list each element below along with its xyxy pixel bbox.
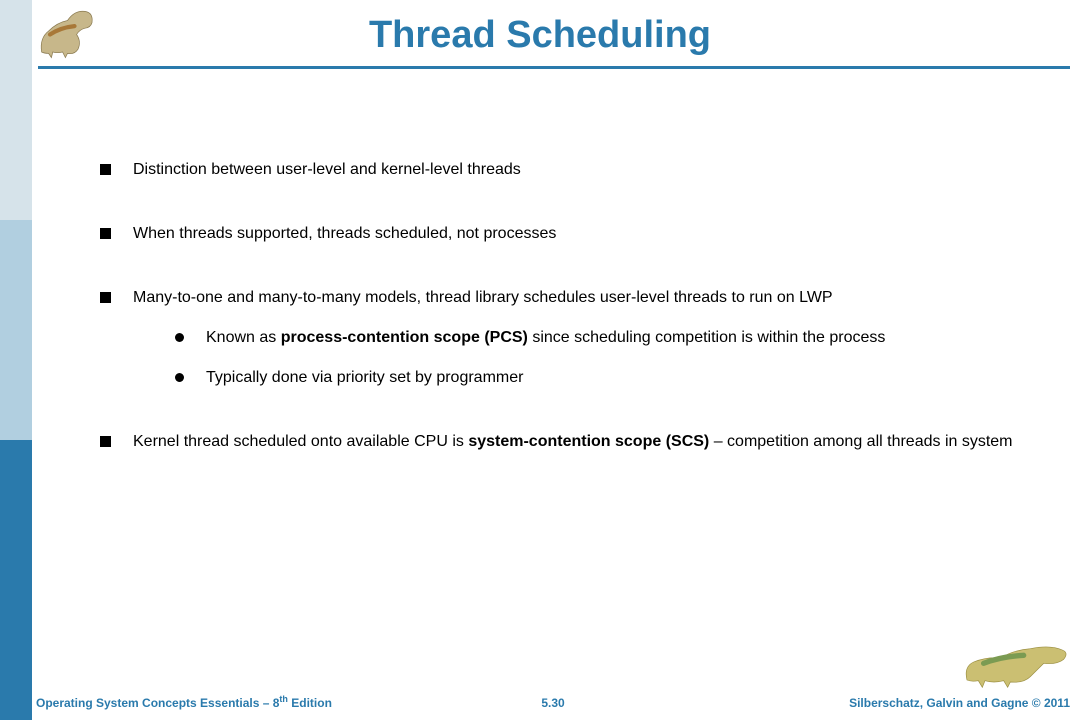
round-bullet-icon <box>175 373 184 382</box>
sub-bullet-item: Typically done via priority set by progr… <box>175 368 1040 388</box>
slide-title: Thread Scheduling <box>0 14 1080 57</box>
square-bullet-icon <box>100 164 111 175</box>
slide-content: Distinction between user-level and kerne… <box>100 160 1040 496</box>
sidebar-segment-mid <box>0 220 32 440</box>
square-bullet-icon <box>100 292 111 303</box>
square-bullet-icon <box>100 228 111 239</box>
bullet-item: Distinction between user-level and kerne… <box>100 160 1040 180</box>
dinosaur-bottom-icon <box>962 630 1072 690</box>
bullet-item: Many-to-one and many-to-many models, thr… <box>100 288 1040 388</box>
sub-bullet-text: Typically done via priority set by progr… <box>206 368 523 388</box>
footer-right: Silberschatz, Galvin and Gagne © 2011 <box>849 696 1070 710</box>
sub-bullet-item: Known as process-contention scope (PCS) … <box>175 328 1040 348</box>
text-span: Typically done via priority set by progr… <box>206 369 523 386</box>
text-span: Known as <box>206 329 281 346</box>
sidebar-segment-dark <box>0 440 32 720</box>
round-bullet-icon <box>175 333 184 342</box>
title-underline <box>38 66 1070 69</box>
slide-footer: Operating System Concepts Essentials – 8… <box>36 694 1070 710</box>
text-span: Kernel thread scheduled onto available C… <box>133 433 468 450</box>
square-bullet-icon <box>100 436 111 447</box>
bullet-text-main: Many-to-one and many-to-many models, thr… <box>133 289 833 306</box>
bullet-text: Distinction between user-level and kerne… <box>133 160 1040 180</box>
bullet-text: When threads supported, threads schedule… <box>133 224 1040 244</box>
sub-bullet-text: Known as process-contention scope (PCS) … <box>206 328 885 348</box>
text-bold: process-contention scope (PCS) <box>281 329 528 346</box>
bullet-item: Kernel thread scheduled onto available C… <box>100 432 1040 452</box>
bullet-text: Kernel thread scheduled onto available C… <box>133 432 1040 452</box>
bullet-item: When threads supported, threads schedule… <box>100 224 1040 244</box>
text-bold: system-contention scope (SCS) <box>468 433 709 450</box>
text-span: – competition among all threads in syste… <box>709 433 1012 450</box>
bullet-text: Many-to-one and many-to-many models, thr… <box>133 288 1040 388</box>
left-color-bar <box>0 0 32 720</box>
text-span: since scheduling competition is within t… <box>528 329 886 346</box>
